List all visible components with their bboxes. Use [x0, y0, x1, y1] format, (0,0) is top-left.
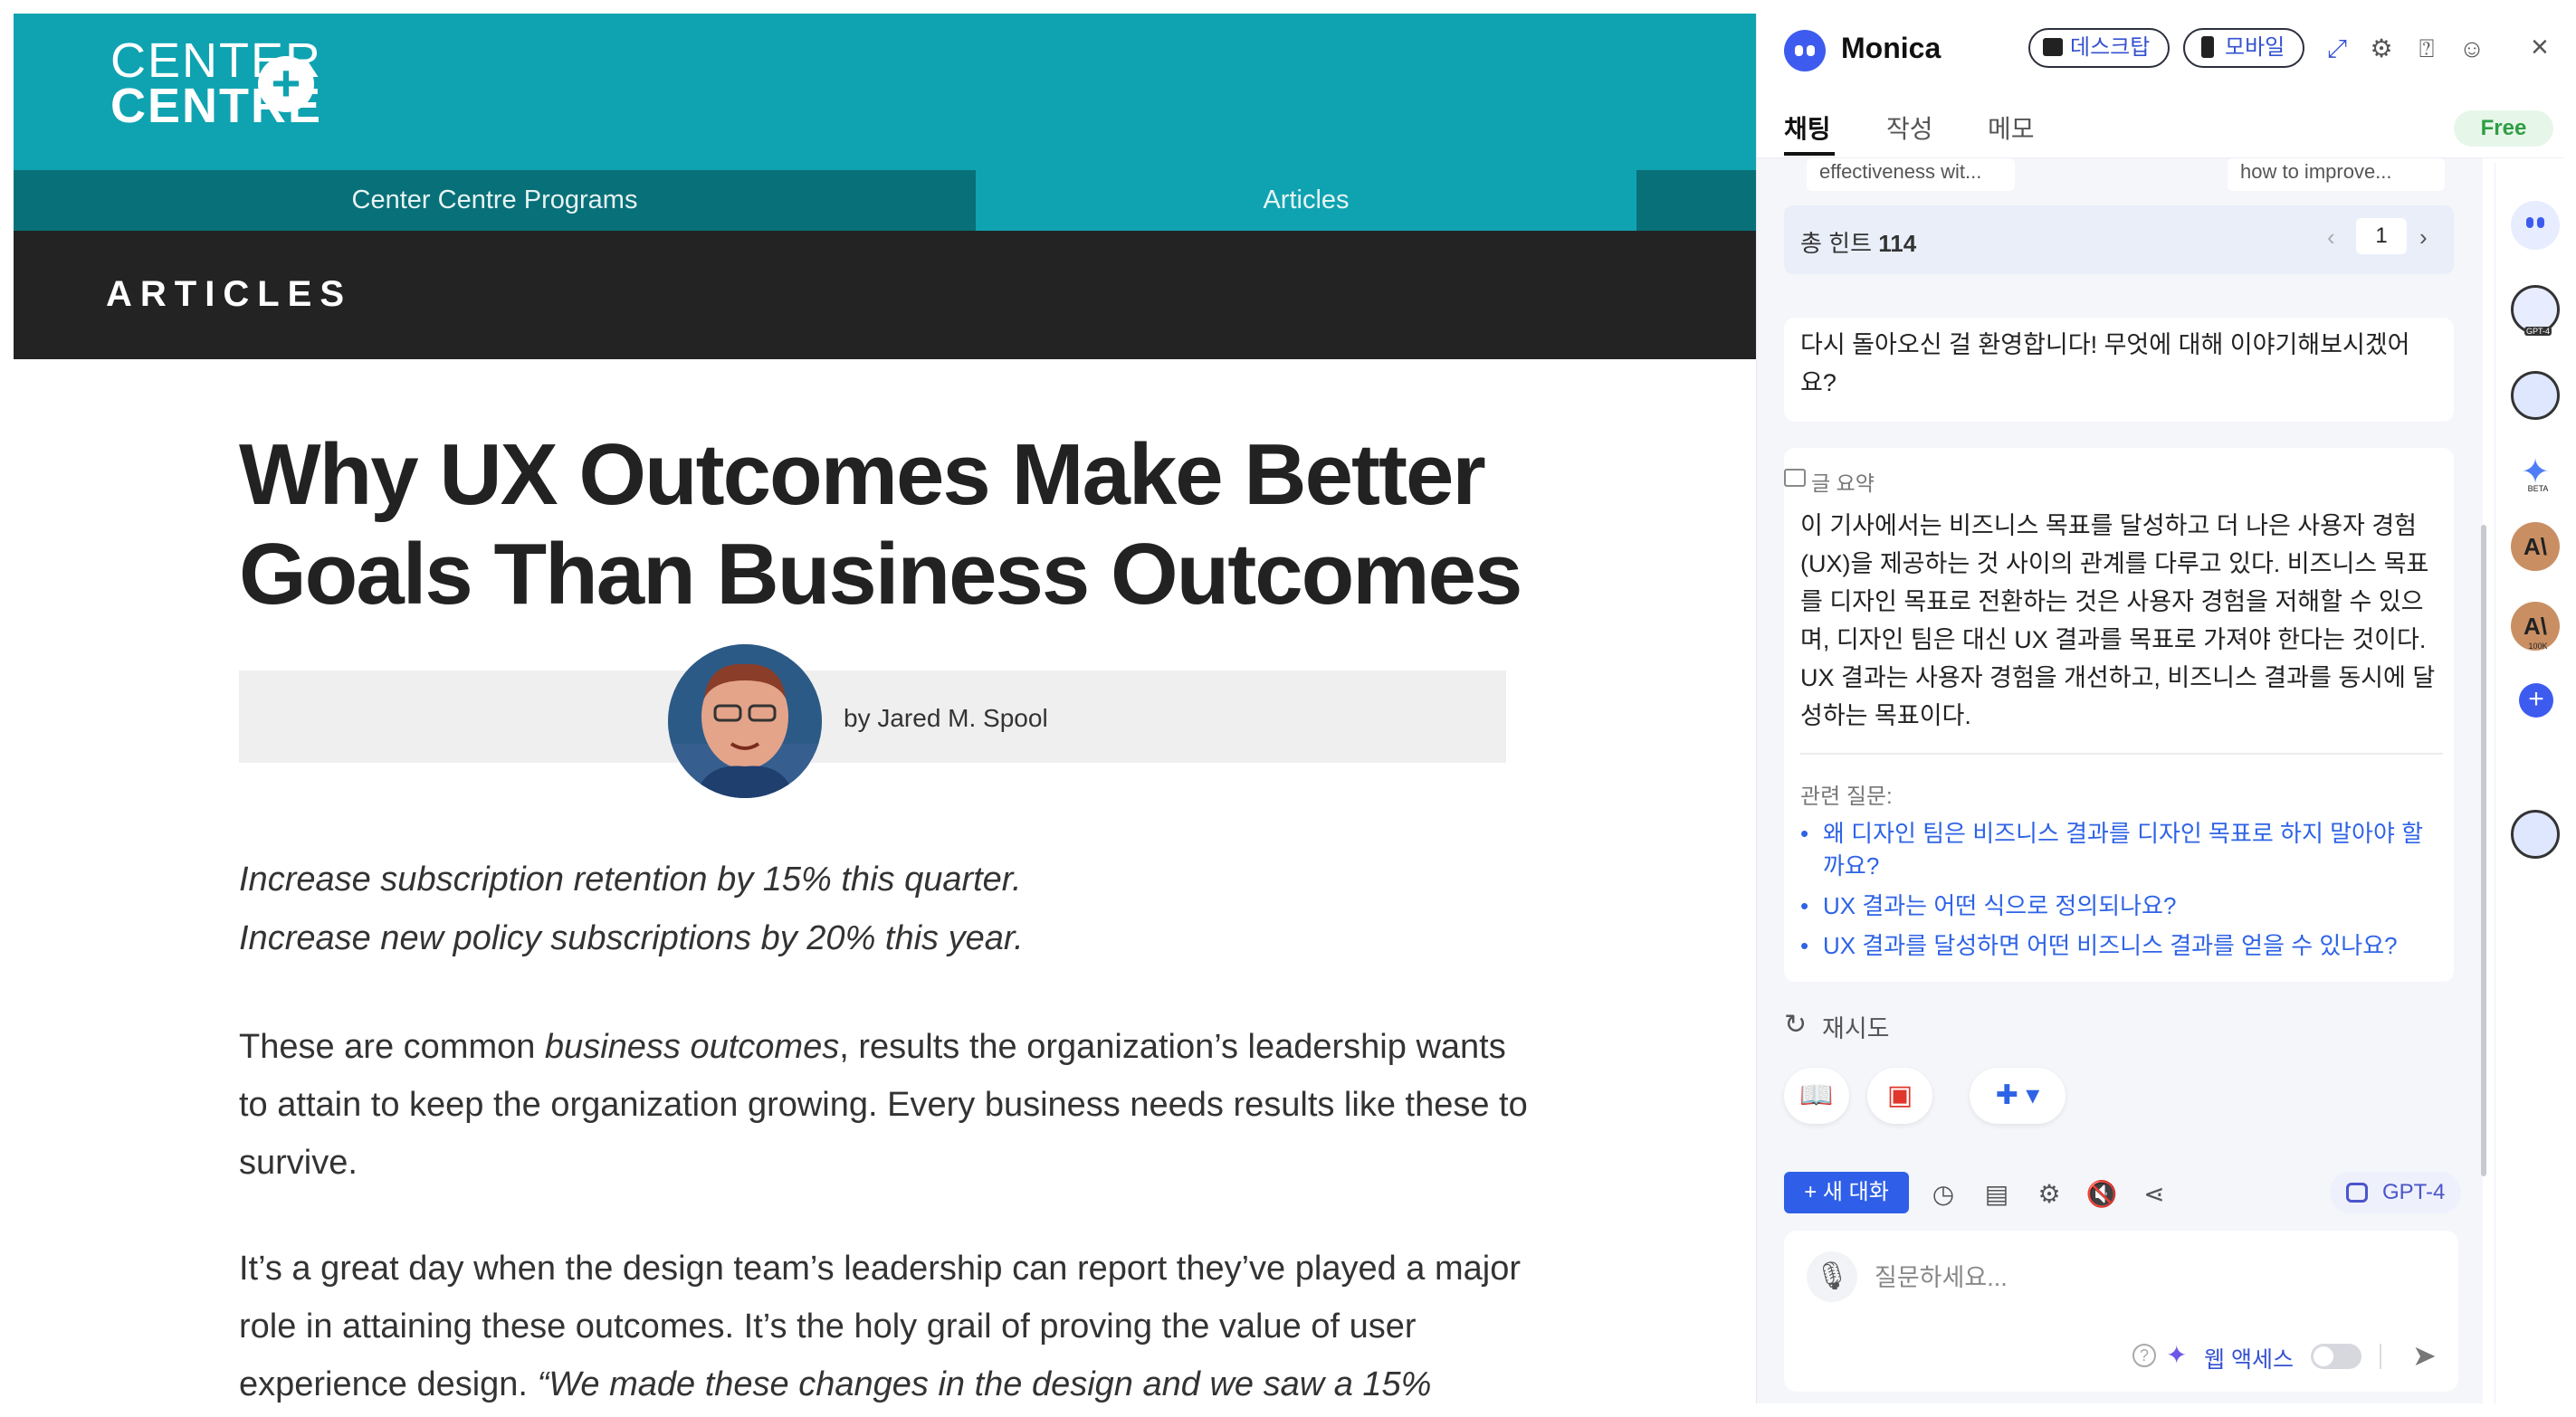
rail-tag: BETA: [2527, 484, 2549, 493]
article-paragraph: These are common business outcomes, resu…: [239, 1018, 1533, 1192]
hint-chip[interactable]: effectiveness wit...: [1807, 158, 2015, 191]
byline: by Jared M. Spool: [844, 704, 1048, 732]
desktop-button[interactable]: 데스크탑: [2028, 28, 2170, 68]
hint-chip[interactable]: how to improve...: [2228, 158, 2445, 191]
hint-total-count: 114: [1878, 230, 1917, 257]
rail-monica-bot[interactable]: [2511, 201, 2560, 250]
site-nav: Center Centre Programs Articles: [14, 170, 1756, 231]
expand-icon[interactable]: ⤢: [2322, 33, 2352, 64]
hint-page-number[interactable]: 1: [2356, 218, 2407, 254]
related-question-link[interactable]: UX 결과를 달성하면 어떤 비즈니스 결과를 얻을 수 있나요?: [1800, 929, 2434, 962]
hint-total: 총 힌트 114: [1800, 225, 1916, 259]
para-emphasis: business outcomes: [544, 1028, 840, 1066]
scrollbar[interactable]: [2481, 525, 2486, 1176]
settings-icon[interactable]: ⚙: [2366, 33, 2397, 64]
divider: [2380, 1344, 2381, 1369]
chevron-left-icon[interactable]: ‹: [2327, 223, 2335, 252]
chevron-right-icon[interactable]: ›: [2419, 223, 2428, 252]
chat-input[interactable]: [1875, 1258, 2418, 1298]
article-title: Why UX Outcomes Make Better Goals Than B…: [239, 426, 1522, 623]
phone-icon: [2201, 36, 2214, 58]
welcome-text: 다시 돌아오신 걸 환영합니다! 무엇에 대해 이야기해보시겠어요?: [1800, 331, 2410, 396]
user-avatar-icon[interactable]: ☺: [2457, 33, 2487, 64]
active-tab-indicator: [1784, 152, 1835, 156]
microphone-icon[interactable]: 🎙: [1807, 1251, 1857, 1302]
laptop-icon: [2043, 38, 2063, 56]
pdf-icon[interactable]: ▣: [1867, 1068, 1932, 1124]
hint-total-label: 총 힌트: [1800, 230, 1872, 257]
article-paragraph: It’s a great day when the design team’s …: [239, 1240, 1533, 1403]
summary-text: 이 기사에서는 비즈니스 목표를 달성하고 더 나은 사용자 경험(UX)을 제…: [1800, 512, 2436, 729]
section-banner: ARTICLES: [14, 231, 1756, 359]
chat-input-box: [1784, 1231, 2458, 1392]
tab-write[interactable]: 작성: [1886, 109, 1933, 146]
web-access-label: 웹 액세스: [2204, 1347, 2294, 1373]
tab-memo[interactable]: 메모: [1988, 109, 2035, 146]
para-text: These are common: [239, 1028, 545, 1066]
model-label: GPT-4: [2382, 1180, 2446, 1204]
monica-title: Monica: [1841, 32, 1942, 64]
plugin-dropdown-icon[interactable]: ✚ ▾: [1970, 1068, 2066, 1124]
gear-icon[interactable]: ⚙: [2033, 1178, 2066, 1211]
site-header: CENTER CENTRE +: [14, 14, 1756, 170]
history-icon[interactable]: ◷: [1927, 1178, 1960, 1211]
new-chat-button[interactable]: + 새 대화: [1784, 1172, 1909, 1213]
layout-icon[interactable]: ▤: [1980, 1178, 2013, 1211]
close-icon[interactable]: ×: [2531, 30, 2549, 65]
web-access-toggle[interactable]: [2311, 1344, 2361, 1369]
related-question-link[interactable]: 왜 디자인 팀은 비즈니스 결과를 디자인 목표로 하지 말아야 할까요?: [1800, 817, 2434, 882]
retry-icon[interactable]: ↻: [1784, 1009, 1807, 1041]
article-page: CENTER CENTRE + Center Centre Programs A…: [14, 14, 1756, 1403]
logo-plus-icon: +: [258, 56, 314, 112]
add-bot-icon[interactable]: +: [2519, 683, 2553, 718]
divider: [1800, 753, 2443, 755]
book-icon: [1784, 469, 1806, 487]
author-avatar: [668, 644, 822, 798]
monica-logo-icon: [1784, 30, 1826, 71]
tab-chat[interactable]: 채팅: [1784, 109, 1831, 146]
intro-line: Increase new policy subscriptions by 20%…: [239, 919, 1024, 957]
intro-line: Increase subscription retention by 15% t…: [239, 861, 1022, 899]
model-selector[interactable]: GPT-4: [2330, 1172, 2461, 1213]
nav-item-programs[interactable]: Center Centre Programs: [14, 170, 976, 231]
plan-badge[interactable]: Free: [2454, 110, 2553, 147]
reading-icon[interactable]: 📖: [1784, 1068, 1849, 1124]
mobile-label: 모바일: [2225, 35, 2285, 60]
model-icon: [2346, 1183, 2368, 1203]
share-icon[interactable]: ⋖: [2138, 1178, 2171, 1211]
summary-label: 글 요약: [1811, 471, 1875, 495]
feedback-icon[interactable]: ⍰: [2411, 33, 2442, 64]
retry-button[interactable]: 재시도: [1822, 1009, 1890, 1044]
rail-claude-bot[interactable]: A\: [2511, 522, 2560, 571]
rail-bot[interactable]: [2511, 371, 2560, 420]
section-label: ARTICLES: [106, 274, 352, 314]
bot-rail: [2495, 163, 2563, 1403]
mute-icon[interactable]: 🔇: [2085, 1178, 2118, 1211]
monica-panel: Monica 데스크탑 모바일 ⤢ ⚙ ⍰ ☺ × 채팅 작성 메모 Free …: [1756, 14, 2563, 1403]
sparkle-icon: ✦: [2166, 1341, 2188, 1369]
mobile-button[interactable]: 모바일: [2183, 28, 2304, 68]
rail-tag: 100K: [2528, 642, 2548, 651]
help-icon[interactable]: ?: [2132, 1344, 2156, 1367]
desktop-label: 데스크탑: [2070, 35, 2151, 60]
para-emphasis: “We made these changes in the design and…: [537, 1365, 1432, 1403]
nav-item-articles[interactable]: Articles: [976, 170, 1636, 231]
rail-tag: GPT-4: [2524, 327, 2552, 336]
send-icon[interactable]: ➤: [2412, 1338, 2437, 1373]
related-question-link[interactable]: UX 결과는 어떤 식으로 정의되나요?: [1800, 889, 2434, 922]
rail-assistant-bot[interactable]: [2511, 810, 2560, 859]
nav-spacer: [1636, 170, 1756, 231]
related-questions-label: 관련 질문:: [1800, 785, 1893, 809]
